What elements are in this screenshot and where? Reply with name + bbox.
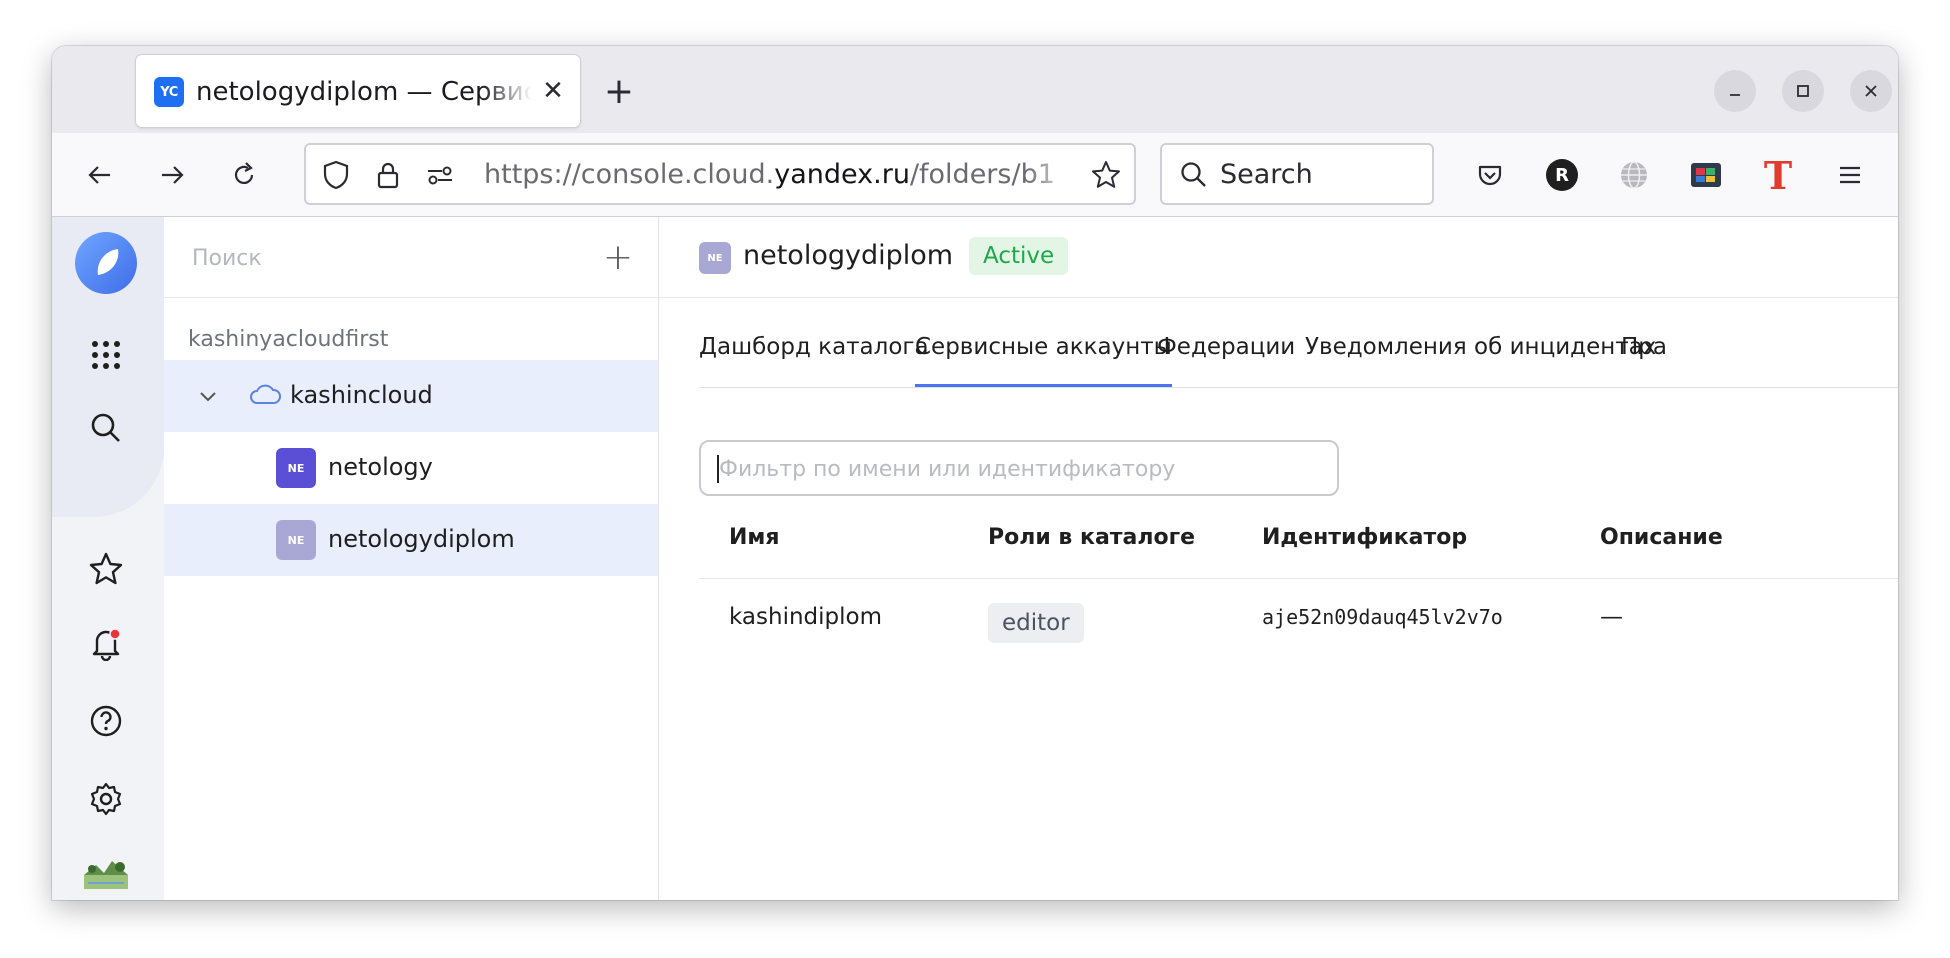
globe-extension-icon[interactable] xyxy=(1612,153,1656,197)
user-avatar[interactable] xyxy=(80,853,132,893)
table-header-divider xyxy=(699,578,1898,579)
url-suffix: /folders/b1 xyxy=(909,159,1055,190)
status-badge: Active xyxy=(969,237,1069,275)
browser-tab-active[interactable]: YC netologydiplom — Сервисные аккаунты ✕ xyxy=(136,55,580,127)
translate-extension-icon[interactable]: T xyxy=(1756,152,1800,198)
sidebar-item-folder-selected[interactable]: NE netologydiplom xyxy=(164,504,658,576)
add-resource-icon[interactable]: + xyxy=(596,235,640,279)
settings-gear-icon[interactable] xyxy=(80,773,132,825)
tab-more[interactable]: Пра xyxy=(1621,327,1667,387)
browser-window: YC netologydiplom — Сервисные аккаунты ✕… xyxy=(52,46,1898,900)
page-title: netologydiplom xyxy=(743,240,954,271)
url-text: https://console.cloud.yandex.ru/folders/… xyxy=(484,158,1074,192)
minimize-window-icon[interactable] xyxy=(1714,70,1756,112)
sidebar-item-cloud[interactable]: kashincloud xyxy=(164,360,658,432)
extension-avatar-letter: R xyxy=(1546,159,1578,191)
folder-badge: NE xyxy=(276,520,316,560)
new-tab-icon[interactable]: + xyxy=(598,70,640,112)
column-header-name: Имя xyxy=(729,525,780,550)
navigation-toolbar: https://console.cloud.yandex.ru/folders/… xyxy=(52,133,1898,217)
folder-header: NE netologydiplom Active xyxy=(659,217,1898,298)
url-domain: yandex.ru xyxy=(774,159,910,190)
page-content: + kashinyacloudfirst kashincloud NE neto… xyxy=(52,217,1898,900)
search-icon xyxy=(1178,159,1210,191)
menu-hamburger-icon[interactable] xyxy=(1828,153,1872,197)
service-account-description: — xyxy=(1600,604,1623,630)
service-account-id: aje52n09dauq45lv2v7o xyxy=(1262,605,1503,629)
sidebar-item-folder[interactable]: NE netology xyxy=(164,432,658,504)
tab-incident-notifications[interactable]: Уведомления об инцидентах xyxy=(1305,327,1656,387)
favorites-star-icon[interactable] xyxy=(80,543,132,595)
chevron-down-icon[interactable] xyxy=(194,382,222,410)
help-question-icon[interactable] xyxy=(80,695,132,747)
pocket-icon[interactable] xyxy=(1468,153,1512,197)
resource-sidebar: + kashinyacloudfirst kashincloud NE neto… xyxy=(164,217,659,900)
tab-strip: YC netologydiplom — Сервисные аккаунты ✕… xyxy=(52,46,1898,133)
filter-field[interactable] xyxy=(699,440,1339,496)
yandex-cloud-logo-icon[interactable] xyxy=(74,231,138,295)
folder-badge: NE xyxy=(699,242,731,274)
reload-icon[interactable] xyxy=(222,153,266,197)
tab-federations[interactable]: Федерации xyxy=(1157,327,1295,387)
sidebar-item-label: kashincloud xyxy=(290,381,433,409)
tab-service-accounts[interactable]: Сервисные аккаунты xyxy=(915,327,1172,387)
search-label: Search xyxy=(1220,159,1313,190)
forward-arrow-icon[interactable] xyxy=(150,153,194,197)
url-prefix: https://console.cloud. xyxy=(484,159,775,190)
column-header-roles: Роли в каталоге xyxy=(988,525,1196,550)
sidebar-search: + xyxy=(164,217,658,298)
bookmark-star-icon[interactable] xyxy=(1090,159,1122,191)
text-caret xyxy=(717,455,719,483)
tab-dashboard[interactable]: Дашборд каталога xyxy=(699,327,929,387)
lock-icon[interactable] xyxy=(372,159,404,191)
shield-icon[interactable] xyxy=(320,159,352,191)
cloud-icon xyxy=(248,380,282,410)
search-icon[interactable] xyxy=(80,402,132,454)
role-badge: editor xyxy=(988,603,1084,643)
close-window-icon[interactable] xyxy=(1850,70,1892,112)
sidebar-item-label: netology xyxy=(328,453,433,481)
sidebar-item-label: netologydiplom xyxy=(328,525,515,553)
column-header-description: Описание xyxy=(1600,525,1723,550)
folder-badge: NE xyxy=(276,448,316,488)
sidebar-search-input[interactable] xyxy=(190,237,574,279)
extension-avatar-icon[interactable]: R xyxy=(1540,153,1584,197)
service-account-name[interactable]: kashindiplom xyxy=(729,595,882,639)
left-rail xyxy=(52,217,164,900)
services-grid-icon[interactable] xyxy=(80,329,132,381)
url-bar[interactable]: https://console.cloud.yandex.ru/folders/… xyxy=(304,143,1136,205)
maximize-window-icon[interactable] xyxy=(1782,70,1824,112)
color-extension-icon[interactable] xyxy=(1684,153,1728,197)
organization-label: kashinyacloudfirst xyxy=(188,327,389,352)
back-arrow-icon[interactable] xyxy=(78,153,122,197)
notifications-bell-icon[interactable] xyxy=(80,617,132,669)
filter-input[interactable] xyxy=(717,451,1321,487)
main-panel: NE netologydiplom Active Дашборд каталог… xyxy=(659,217,1898,900)
search-box[interactable]: Search xyxy=(1160,143,1434,205)
translate-extension-letter: T xyxy=(1763,152,1793,198)
column-header-id: Идентификатор xyxy=(1262,525,1468,550)
tab-title: netologydiplom — Сервисные аккаунты xyxy=(196,77,532,107)
close-tab-icon[interactable]: ✕ xyxy=(536,74,570,108)
yandex-cloud-favicon-icon: YC xyxy=(154,77,184,107)
site-permissions-icon[interactable] xyxy=(424,159,456,191)
folder-tabs: Дашборд каталога Сервисные аккаунты Феде… xyxy=(699,327,1898,388)
